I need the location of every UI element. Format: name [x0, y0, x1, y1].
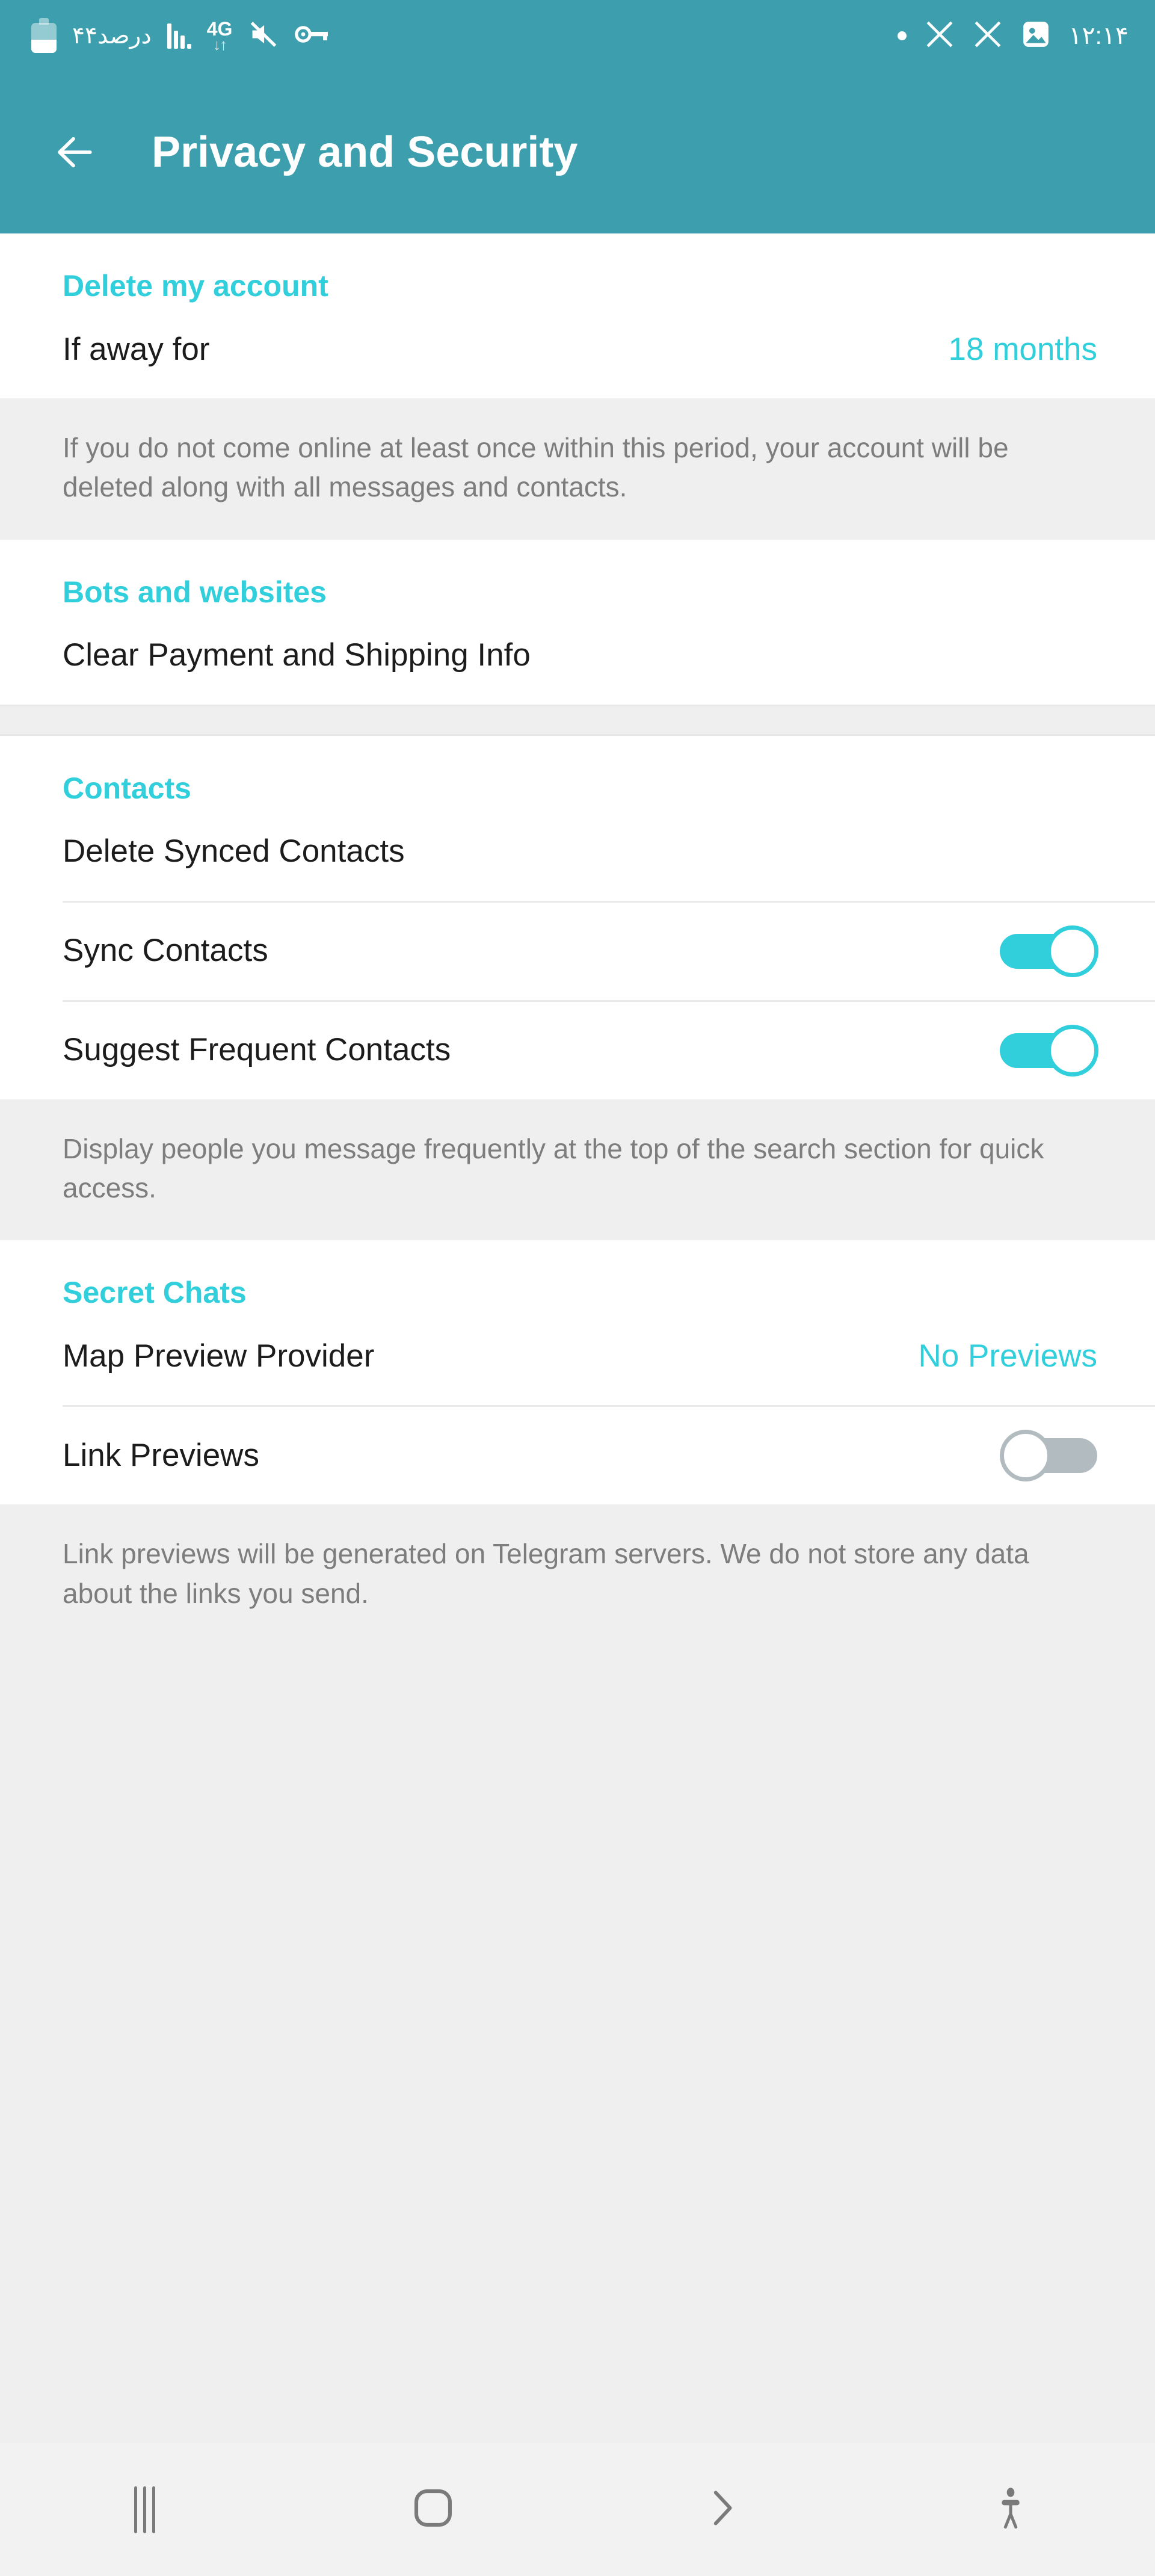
mute-icon: [248, 19, 279, 53]
chevron-right-icon: [697, 2483, 747, 2536]
vpn-key-icon: [295, 19, 331, 53]
row-map-preview-provider[interactable]: Map Preview Provider No Previews: [0, 1308, 1155, 1406]
section-header-bots-and-websites: Bots and websites: [63, 575, 327, 609]
clock-label: ۱۲:۱۴: [1068, 21, 1129, 49]
back-button[interactable]: [578, 2443, 866, 2576]
recents-icon: [134, 2486, 155, 2533]
status-bar: ۴۴درصد 4G ↓↑ ۱۲:۱۴: [0, 0, 1155, 71]
row-value-if-away-for: 18 months: [948, 331, 1097, 367]
row-label-link-previews: Link Previews: [63, 1438, 259, 1474]
row-delete-synced-contacts[interactable]: Delete Synced Contacts: [0, 803, 1155, 901]
network-4g-icon: 4G ↓↑: [206, 17, 233, 54]
x-app-icon: [925, 19, 955, 52]
accessibility-icon: [987, 2484, 1035, 2535]
home-icon: [407, 2482, 459, 2537]
battery-icon: [31, 18, 57, 53]
toggle-sync-contacts[interactable]: [1000, 925, 1098, 977]
row-label-delete-synced-contacts: Delete Synced Contacts: [63, 833, 405, 869]
phone-screen: ۴۴درصد 4G ↓↑ ۱۲:۱۴ Privacy and Security …: [0, 0, 1155, 2576]
row-value-map-preview-provider: No Previews: [918, 1338, 1097, 1374]
section-secret-chats: Secret Chats Map Preview Provider No Pre…: [0, 1240, 1155, 1505]
section-header-secret-chats: Secret Chats: [63, 1276, 247, 1310]
battery-percent-label: ۴۴درصد: [72, 22, 152, 49]
section-header-delete-my-account: Delete my account: [63, 269, 328, 303]
android-navigation-bar: [0, 2443, 1155, 2576]
row-label-suggest-frequent-contacts: Suggest Frequent Contacts: [63, 1032, 451, 1068]
accessibility-button[interactable]: [866, 2443, 1155, 2576]
back-arrow-icon[interactable]: [53, 130, 97, 175]
status-bar-left-group: ۴۴درصد 4G ↓↑: [31, 18, 331, 53]
row-label-if-away-for: If away for: [63, 331, 210, 367]
section-separator-band: [0, 704, 1155, 736]
section-contacts: Contacts Delete Synced Contacts Sync Con…: [0, 735, 1155, 1099]
row-label-map-preview-provider: Map Preview Provider: [63, 1338, 375, 1374]
section-delete-my-account: Delete my account If away for 18 months: [0, 233, 1155, 398]
recents-button[interactable]: [0, 2443, 289, 2576]
section-bots-and-websites: Bots and websites Clear Payment and Ship…: [0, 539, 1155, 705]
page-title: Privacy and Security: [152, 128, 578, 176]
status-bar-right-group: ۱۲:۱۴: [897, 19, 1129, 52]
toggle-suggest-frequent-contacts[interactable]: [1000, 1024, 1098, 1076]
note-delete-my-account: If you do not come online at least once …: [0, 398, 1155, 540]
signal-bars-icon: [167, 22, 191, 49]
dot-icon: [897, 31, 907, 40]
app-bar: Privacy and Security: [0, 71, 1155, 233]
row-link-previews[interactable]: Link Previews: [0, 1407, 1155, 1505]
row-if-away-for[interactable]: If away for 18 months: [0, 301, 1155, 398]
settings-content: Delete my account If away for 18 months …: [0, 233, 1155, 2443]
row-sync-contacts[interactable]: Sync Contacts: [0, 902, 1155, 1000]
section-header-contacts: Contacts: [63, 771, 191, 805]
toggle-link-previews[interactable]: [1000, 1430, 1097, 1482]
home-button[interactable]: [289, 2443, 578, 2576]
row-label-clear-payment-and-shipping-info: Clear Payment and Shipping Info: [63, 637, 531, 673]
note-contacts: Display people you message frequently at…: [0, 1099, 1155, 1241]
note-secret-chats: Link previews will be generated on Teleg…: [0, 1504, 1155, 2443]
row-clear-payment-and-shipping-info[interactable]: Clear Payment and Shipping Info: [0, 607, 1155, 705]
row-suggest-frequent-contacts[interactable]: Suggest Frequent Contacts: [0, 1001, 1155, 1099]
image-icon: [1021, 19, 1051, 52]
x-app-icon: [973, 19, 1003, 52]
row-label-sync-contacts: Sync Contacts: [63, 933, 268, 969]
